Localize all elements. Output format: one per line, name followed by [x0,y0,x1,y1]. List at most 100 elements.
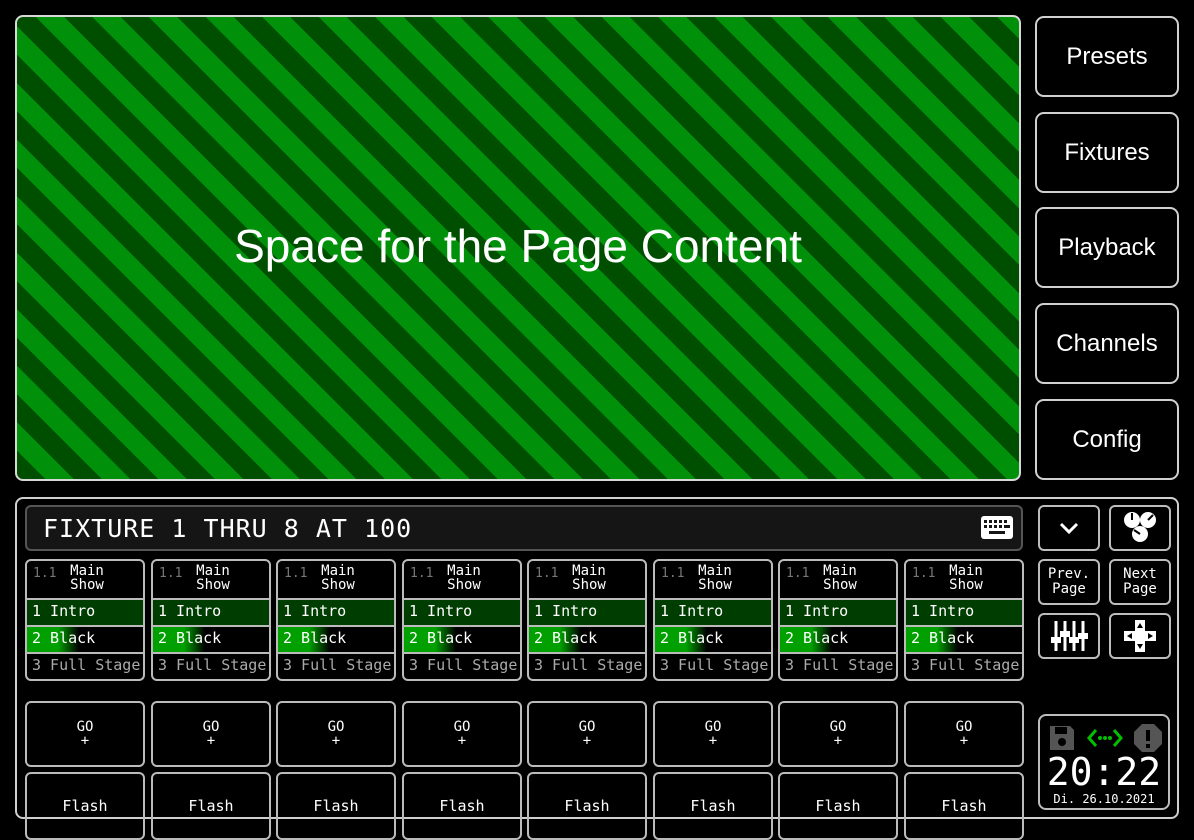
color-picker-button[interactable] [1109,505,1171,551]
warning-icon[interactable] [1133,723,1163,753]
command-line-input[interactable]: FIXTURE 1 THRU 8 AT 100 [25,505,1023,551]
playback-header[interactable]: 1.1 Main Show [778,559,898,600]
cue-label: 2 Black [660,629,724,647]
playback-2: 1.1 Main Show 1 Intro 2 Black 3 Full Stage GO +… [151,559,271,840]
go-button[interactable]: GO + [151,701,271,767]
go-button[interactable]: GO + [402,701,522,767]
flash-label: Flash [62,797,108,815]
cue-item[interactable]: 3 Full Stage [778,654,898,681]
cue-label: 2 Black [32,629,96,647]
dpad-icon [1124,620,1156,652]
playback-header[interactable]: 1.1 Main Show [402,559,522,600]
clock-date: Di. 26.10.2021 [1053,792,1155,806]
nav-channels-button[interactable]: Channels [1035,303,1179,384]
save-icon[interactable] [1048,724,1076,752]
go-button[interactable]: GO + [25,701,145,767]
cue-item[interactable]: 3 Full Stage [904,654,1024,681]
prev-page-button[interactable]: Prev. Page [1038,559,1100,605]
cue-item-next[interactable]: 2 Black [151,627,271,654]
playback-header[interactable]: 1.1 Main Show [276,559,396,600]
playback-header[interactable]: 1.1 Main Show [653,559,773,600]
playback-name-line-2: Show [572,577,606,593]
cue-item-active[interactable]: 1 Intro [151,600,271,627]
page-content-placeholder: Space for the Page Content [234,220,802,272]
playback-header[interactable]: 1.1 Main Show [527,559,647,600]
cue-label: 1 Intro [660,602,724,620]
flash-button[interactable]: Flash [151,772,271,840]
flash-label: Flash [564,797,610,815]
prev-page-label-1: Prev. [1047,566,1091,582]
cue-item-active[interactable]: 1 Intro [527,600,647,627]
playback-header[interactable]: 1.1 Main Show [151,559,271,600]
next-page-label-1: Next [1123,566,1157,582]
cue-label: 1 Intro [534,602,598,620]
keyboard-icon[interactable] [981,516,1013,539]
go-plus-label: + [582,733,592,749]
position-button[interactable] [1109,613,1171,659]
nav-presets-button[interactable]: Presets [1035,16,1179,97]
cue-label: 2 Black [911,629,975,647]
playback-7: 1.1 Main Show 1 Intro 2 Black 3 Full Stage GO +… [778,559,898,840]
nav-playback-button[interactable]: Playback [1035,207,1179,288]
go-button[interactable]: GO + [276,701,396,767]
cue-label: 3 Full Stage [785,656,894,674]
cue-item-next[interactable]: 2 Black [402,627,522,654]
go-label: GO [453,719,471,735]
flash-button[interactable]: Flash [402,772,522,840]
cue-item[interactable]: 3 Full Stage [25,654,145,681]
cue-item-active[interactable]: 1 Intro [276,600,396,627]
cue-label: 3 Full Stage [660,656,769,674]
go-button[interactable]: GO + [778,701,898,767]
cue-label: 3 Full Stage [158,656,267,674]
cue-item[interactable]: 3 Full Stage [653,654,773,681]
playback-name-line-2: Show [447,577,481,593]
cue-label: 3 Full Stage [32,656,141,674]
flash-button[interactable]: Flash [778,772,898,840]
flash-button[interactable]: Flash [904,772,1024,840]
flash-button[interactable]: Flash [653,772,773,840]
cue-item-next[interactable]: 2 Black [653,627,773,654]
playback-name-line-1: Main [572,563,606,579]
nav-fixtures-button[interactable]: Fixtures [1035,112,1179,193]
collapse-button[interactable] [1038,505,1100,551]
clock-time: 20:22 [1046,750,1162,794]
playback-name: Main Show [906,564,1022,592]
cue-item-active[interactable]: 1 Intro [778,600,898,627]
cue-item-next[interactable]: 2 Black [904,627,1024,654]
page-content-area: Space for the Page Content [15,15,1021,481]
playback-6: 1.1 Main Show 1 Intro 2 Black 3 Full Stage GO +… [653,559,773,840]
playback-name-line-2: Show [949,577,983,593]
go-plus-label: + [708,733,718,749]
faders-button[interactable] [1038,613,1100,659]
flash-button[interactable]: Flash [527,772,647,840]
cue-label: 2 Black [283,629,347,647]
cue-item-next[interactable]: 2 Black [276,627,396,654]
cue-label: 3 Full Stage [911,656,1020,674]
flash-label: Flash [313,797,359,815]
playback-header[interactable]: 1.1 Main Show [25,559,145,600]
nav-config-button[interactable]: Config [1035,399,1179,480]
cue-item-active[interactable]: 1 Intro [653,600,773,627]
go-plus-label: + [331,733,341,749]
color-wheels-icon [1124,512,1156,542]
go-button[interactable]: GO + [653,701,773,767]
cue-item-active[interactable]: 1 Intro [25,600,145,627]
go-button[interactable]: GO + [527,701,647,767]
playback-name: Main Show [27,564,143,592]
cue-item[interactable]: 3 Full Stage [276,654,396,681]
cue-item[interactable]: 3 Full Stage [402,654,522,681]
playback-name: Main Show [278,564,394,592]
cue-item[interactable]: 3 Full Stage [527,654,647,681]
go-button[interactable]: GO + [904,701,1024,767]
cue-label: 2 Black [785,629,849,647]
cue-item-active[interactable]: 1 Intro [402,600,522,627]
playback-header[interactable]: 1.1 Main Show [904,559,1024,600]
cue-item-next[interactable]: 2 Black [778,627,898,654]
flash-button[interactable]: Flash [276,772,396,840]
cue-item[interactable]: 3 Full Stage [151,654,271,681]
next-page-button[interactable]: Next Page [1109,559,1171,605]
cue-item-active[interactable]: 1 Intro [904,600,1024,627]
flash-button[interactable]: Flash [25,772,145,840]
cue-item-next[interactable]: 2 Black [25,627,145,654]
cue-item-next[interactable]: 2 Black [527,627,647,654]
